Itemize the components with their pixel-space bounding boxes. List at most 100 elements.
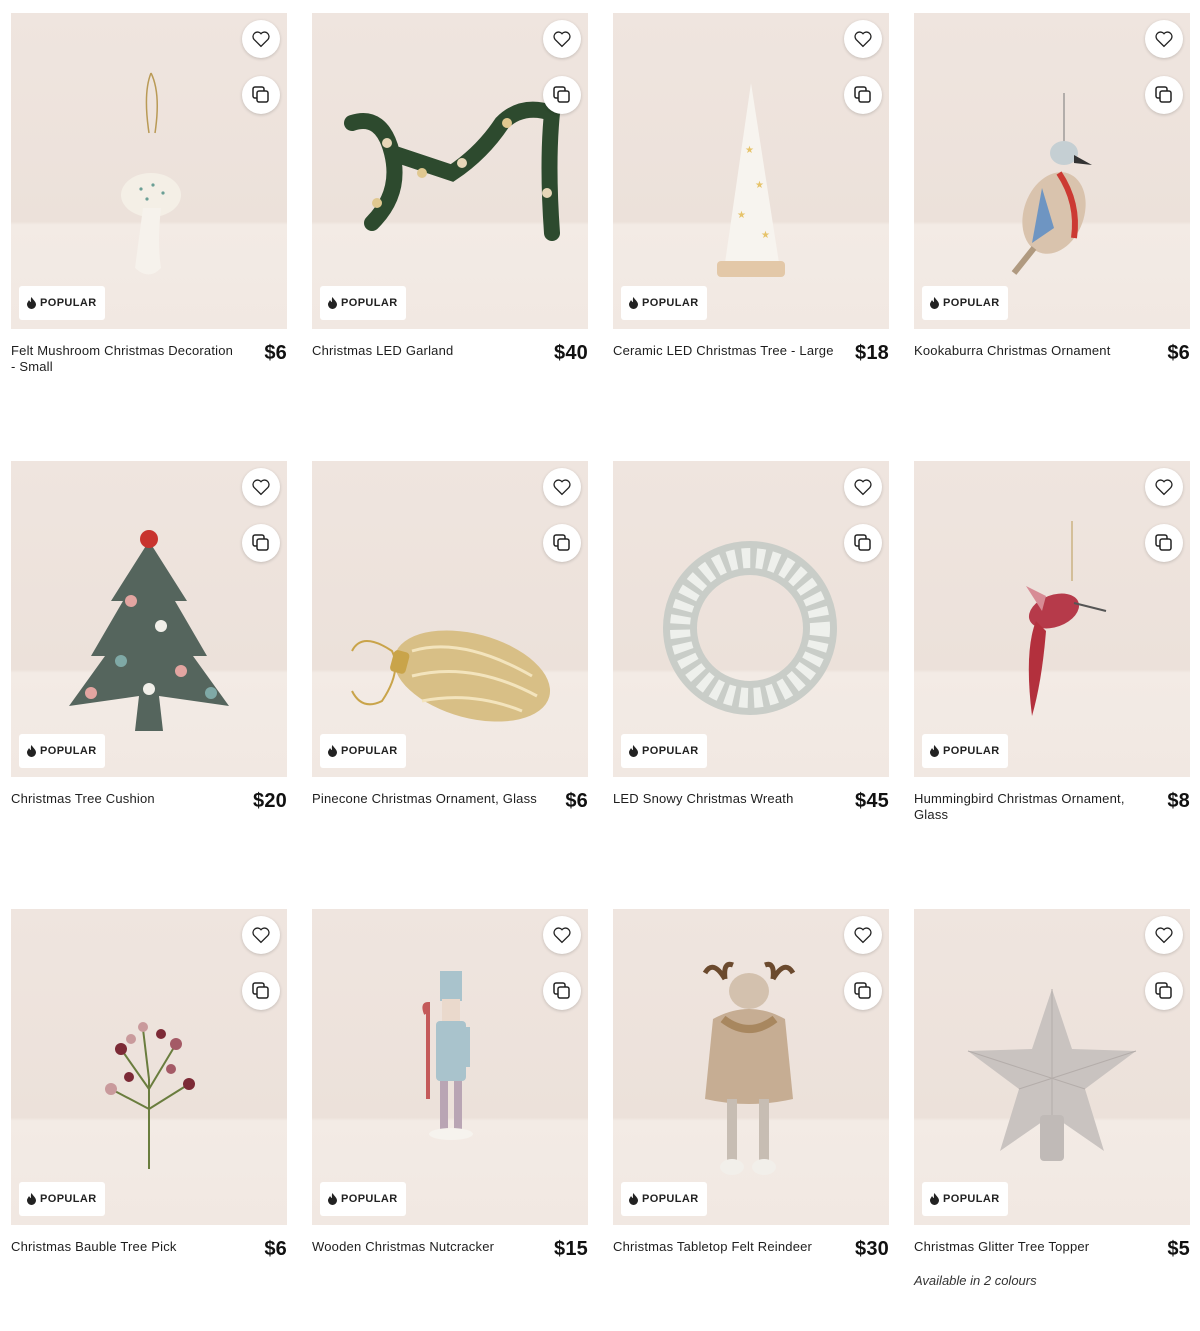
popular-badge: POPULAR [922,286,1008,320]
compare-button[interactable] [1145,524,1183,562]
product-card[interactable]: POPULAR Christmas Glitter Tree Topper $5… [914,909,1190,1329]
heart-icon [252,479,270,496]
product-title[interactable]: Christmas LED Garland [312,343,542,359]
flame-icon [27,297,36,309]
product-image[interactable]: POPULAR [312,909,588,1225]
compare-icon [1155,86,1172,103]
wishlist-button[interactable] [543,20,581,58]
product-price: $40 [554,342,588,364]
wishlist-button[interactable] [1145,916,1183,954]
product-grid: POPULAR Felt Mushroom Christmas Decorati… [0,0,1200,1331]
wishlist-button[interactable] [1145,468,1183,506]
product-image[interactable]: POPULAR [914,461,1190,777]
flame-icon [930,1193,939,1205]
tree-cushion-illustration [69,530,229,731]
flame-icon [328,297,337,309]
compare-button[interactable] [543,76,581,114]
availability-note: Available in 2 colours [914,1273,1037,1288]
product-title[interactable]: Christmas Bauble Tree Pick [11,1239,241,1255]
product-image[interactable]: POPULAR [613,909,889,1225]
product-image[interactable]: POPULAR [914,13,1190,329]
product-image[interactable]: POPULAR [312,13,588,329]
compare-icon [252,982,269,999]
product-image[interactable]: POPULAR [11,13,287,329]
product-title[interactable]: Christmas Tabletop Felt Reindeer [613,1239,843,1255]
popular-badge: POPULAR [320,734,406,768]
product-title[interactable]: Christmas Tree Cushion [11,791,241,807]
flame-icon [930,745,939,757]
compare-button[interactable] [1145,76,1183,114]
heart-icon [854,927,872,944]
product-card[interactable]: POPULAR Hummingbird Christmas Ornament, … [914,461,1190,881]
mushroom-ornament-illustration [121,72,181,275]
flame-icon [629,1193,638,1205]
wishlist-button[interactable] [242,916,280,954]
product-price: $6 [565,790,588,812]
compare-icon [1155,534,1172,551]
garland-illustration [344,101,561,241]
flame-icon [629,745,638,757]
compare-button[interactable] [844,524,882,562]
product-card[interactable]: ★ ★ ★ ★ POPULAR Ceramic LED Christmas Tree… [613,13,889,433]
heart-icon [252,927,270,944]
wishlist-button[interactable] [543,468,581,506]
wishlist-button[interactable] [242,468,280,506]
product-price: $30 [855,1238,889,1260]
compare-button[interactable] [844,76,882,114]
product-card[interactable]: POPULAR Christmas Bauble Tree Pick $6 [11,909,287,1329]
product-image[interactable]: POPULAR [914,909,1190,1225]
compare-button[interactable] [1145,972,1183,1010]
product-card[interactable]: POPULAR Christmas LED Garland $40 [312,13,588,433]
compare-button[interactable] [242,76,280,114]
product-title[interactable]: Pinecone Christmas Ornament, Glass [312,791,542,807]
product-image[interactable]: POPULAR [11,909,287,1225]
badge-label: POPULAR [642,1193,699,1205]
product-title[interactable]: Felt Mushroom Christmas Decoration - Sma… [11,343,241,375]
compare-button[interactable] [844,972,882,1010]
product-title[interactable]: Christmas Glitter Tree Topper [914,1239,1144,1255]
svg-text:★: ★ [761,230,770,241]
product-image[interactable]: POPULAR [613,461,889,777]
wishlist-button[interactable] [1145,20,1183,58]
svg-text:★: ★ [755,180,764,191]
compare-icon [854,982,871,999]
wishlist-button[interactable] [242,20,280,58]
heart-icon [252,31,270,48]
badge-label: POPULAR [40,297,97,309]
product-card[interactable]: POPULAR Wooden Christmas Nutcracker $15 [312,909,588,1329]
flame-icon [328,1193,337,1205]
compare-button[interactable] [543,972,581,1010]
product-image[interactable]: ★ ★ ★ ★ POPULAR [613,13,889,329]
wishlist-button[interactable] [844,916,882,954]
product-card[interactable]: POPULAR Christmas Tabletop Felt Reindeer… [613,909,889,1329]
wishlist-button[interactable] [844,468,882,506]
product-title[interactable]: LED Snowy Christmas Wreath [613,791,843,807]
compare-button[interactable] [242,524,280,562]
compare-button[interactable] [242,972,280,1010]
product-title[interactable]: Kookaburra Christmas Ornament [914,343,1144,359]
badge-label: POPULAR [341,1193,398,1205]
product-title[interactable]: Ceramic LED Christmas Tree - Large [613,343,843,359]
product-card[interactable]: POPULAR Pinecone Christmas Ornament, Gla… [312,461,588,881]
product-title[interactable]: Hummingbird Christmas Ornament, Glass [914,791,1144,823]
badge-label: POPULAR [943,1193,1000,1205]
compare-button[interactable] [543,524,581,562]
badge-label: POPULAR [943,297,1000,309]
product-card[interactable]: POPULAR Felt Mushroom Christmas Decorati… [11,13,287,433]
product-card[interactable]: POPULAR LED Snowy Christmas Wreath $45 [613,461,889,881]
reindeer-illustration [702,961,796,1175]
product-image[interactable]: POPULAR [11,461,287,777]
product-image[interactable]: POPULAR [312,461,588,777]
popular-badge: POPULAR [621,286,707,320]
product-card[interactable]: POPULAR Kookaburra Christmas Ornament $6 [914,13,1190,433]
product-card[interactable]: POPULAR Christmas Tree Cushion $20 [11,461,287,881]
product-price: $6 [264,342,287,364]
popular-badge: POPULAR [621,734,707,768]
berry-pick-illustration [105,1022,195,1169]
wishlist-button[interactable] [844,20,882,58]
product-price: $8 [1167,790,1190,812]
compare-icon [854,86,871,103]
wishlist-button[interactable] [543,916,581,954]
product-title[interactable]: Wooden Christmas Nutcracker [312,1239,542,1255]
heart-icon [854,479,872,496]
